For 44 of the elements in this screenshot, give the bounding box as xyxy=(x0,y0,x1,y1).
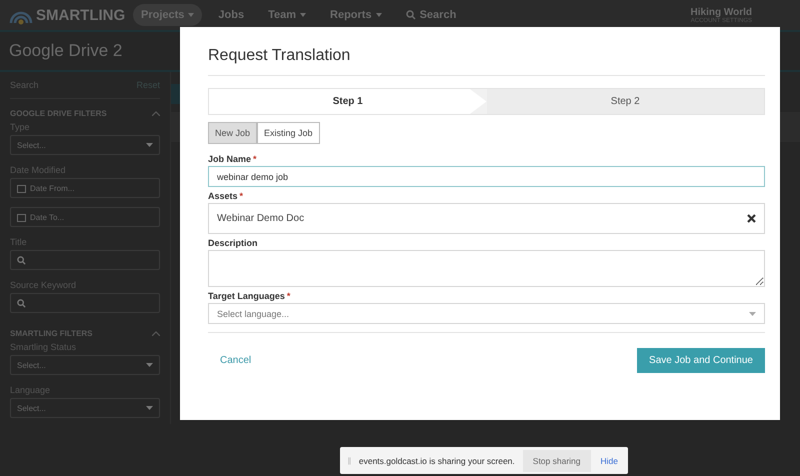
input-field[interactable] xyxy=(10,250,160,270)
assets-field[interactable]: Webinar Demo Doc xyxy=(208,203,765,234)
input-field[interactable]: Date To... xyxy=(10,207,160,227)
dropdown[interactable]: Select... xyxy=(10,355,160,375)
hide-button[interactable]: Hide xyxy=(598,454,620,468)
job-type-toggle[interactable]: Existing Job xyxy=(257,122,320,144)
share-message: events.goldcast.io is sharing your screen. xyxy=(358,456,515,466)
search-link[interactable]: Search xyxy=(398,4,464,26)
dropdown[interactable]: Select... xyxy=(10,135,160,155)
description-field[interactable] xyxy=(208,250,765,287)
dropdown[interactable]: Select... xyxy=(10,398,160,418)
field-label: Assets * xyxy=(208,191,244,201)
chevron-icon[interactable] xyxy=(152,331,160,336)
caret-icon xyxy=(146,406,153,410)
search-icon xyxy=(406,10,416,20)
chevron-icon[interactable] xyxy=(152,111,160,116)
caret-icon xyxy=(749,312,756,316)
field-label: Target Languages * xyxy=(208,291,292,301)
nav-item[interactable]: Team xyxy=(260,4,314,26)
field-label: Job Name * xyxy=(208,154,258,164)
search-icon xyxy=(17,256,26,264)
caret-icon xyxy=(146,143,153,147)
remove-icon[interactable] xyxy=(747,214,756,223)
language-dropdown[interactable]: Select language... xyxy=(208,303,765,324)
field-label: Description xyxy=(208,238,259,248)
input-field[interactable]: Date From... xyxy=(10,178,160,198)
nav-item[interactable]: Jobs xyxy=(210,4,252,26)
search-icon xyxy=(17,298,26,308)
drag-handle-icon[interactable] xyxy=(348,456,351,466)
input-field[interactable] xyxy=(10,293,160,313)
calendar-icon xyxy=(17,212,26,222)
dialog-title: Request Translation xyxy=(208,47,765,76)
nav-item[interactable]: Reports xyxy=(322,4,390,26)
calendar-icon xyxy=(17,184,26,192)
page-title: Google Drive 2 xyxy=(9,41,122,61)
save-button[interactable]: Save Job and Continue xyxy=(637,348,765,373)
job-type-toggle[interactable]: New Job xyxy=(208,122,258,144)
caret-icon xyxy=(146,363,153,367)
job-name-input[interactable]: webinar demo job xyxy=(208,166,765,187)
cancel-button[interactable]: Cancel xyxy=(208,349,264,372)
step-label: Step 1 xyxy=(332,96,363,107)
stop-sharing-button[interactable]: Stop sharing xyxy=(522,450,591,472)
step-label: Step 2 xyxy=(610,96,640,107)
logo-text: SMARTLING xyxy=(36,6,126,24)
